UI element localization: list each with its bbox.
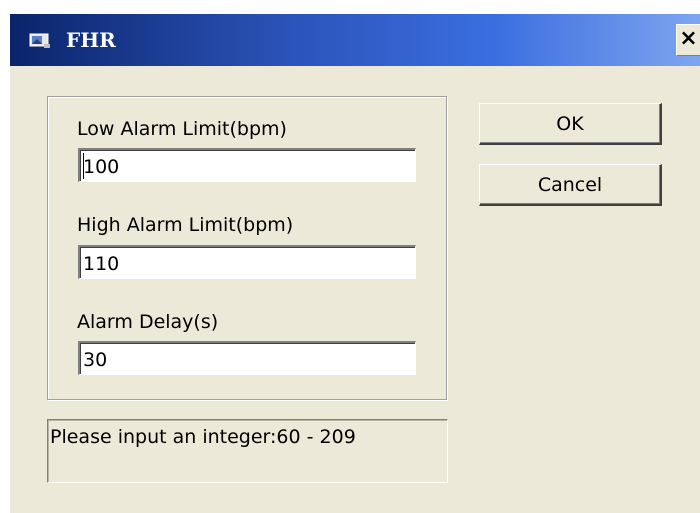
alarm-delay-label: Alarm Delay(s) (77, 311, 219, 333)
fhr-dialog: FHR × Low Alarm Limit(bpm) High Alarm Li… (10, 14, 700, 513)
window-title: FHR (66, 28, 116, 52)
dialog-icon (29, 33, 50, 48)
text-caret (83, 153, 84, 179)
status-message: Please input an integer:60 - 209 (50, 426, 356, 448)
ok-button[interactable]: OK (479, 103, 662, 145)
close-button[interactable]: × (676, 24, 700, 56)
low-alarm-limit-label: Low Alarm Limit(bpm) (77, 118, 287, 140)
low-alarm-limit-input[interactable] (78, 148, 416, 182)
high-alarm-limit-label: High Alarm Limit(bpm) (77, 214, 294, 236)
title-bar[interactable]: FHR × (10, 14, 700, 66)
high-alarm-limit-input[interactable] (78, 245, 416, 279)
cancel-button[interactable]: Cancel (479, 164, 662, 206)
alarm-delay-input[interactable] (78, 341, 416, 375)
